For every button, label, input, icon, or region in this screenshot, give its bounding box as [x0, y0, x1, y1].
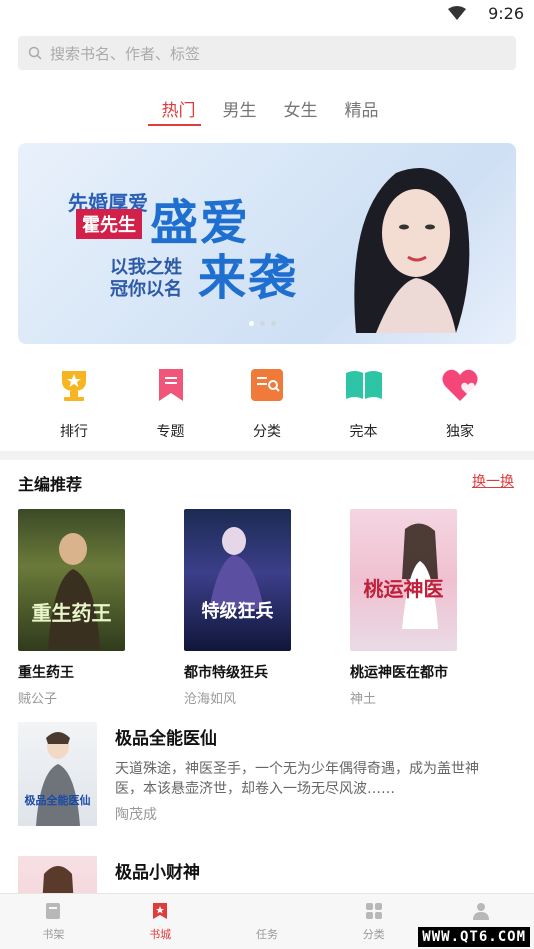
book-cover: 极品全能医仙: [18, 722, 97, 826]
book-title: 极品全能医仙: [115, 729, 217, 749]
wifi-icon: [448, 6, 466, 20]
pager-dot: [271, 321, 276, 326]
trophy-icon: [62, 371, 86, 401]
book-card[interactable]: 特级狂兵 都市特级狂兵 沧海如风: [184, 509, 350, 707]
search-bar[interactable]: 搜索书名、作者、标签: [18, 36, 516, 70]
tab-hot[interactable]: 热门: [148, 96, 209, 126]
banner-pager: [249, 321, 276, 326]
banner-title2: 来袭: [198, 250, 299, 306]
open-book-icon: [345, 371, 382, 399]
status-time: 9:26: [488, 4, 524, 23]
bookshelf-icon: [46, 903, 61, 919]
status-bar: 9:26: [0, 0, 534, 28]
banner-line2: 霍先生: [76, 209, 142, 239]
search-placeholder: 搜索书名、作者、标签: [50, 44, 201, 63]
book-title: 重生药王: [18, 665, 74, 681]
book-cover: 特级狂兵: [184, 509, 291, 651]
bookmark-icon: [158, 369, 183, 401]
banner-subtitle: 以我之姓 冠你以名: [110, 257, 182, 300]
cover-title: 重生药王: [31, 601, 112, 625]
book-cover: [18, 856, 97, 896]
category-icon: [251, 369, 283, 401]
book-card[interactable]: 重生药王 重生药王 贼公子: [18, 509, 184, 707]
book-card[interactable]: 桃运神医 桃运神医在都市 神土: [350, 509, 516, 707]
book-cover: 重生药王: [18, 509, 125, 651]
category-topics[interactable]: 专题: [123, 365, 219, 441]
book-author: 沧海如风: [184, 692, 237, 707]
banner-portrait-image: [354, 168, 470, 333]
category-ranking[interactable]: 排行: [26, 365, 122, 441]
cover-title: 桃运神医: [363, 577, 444, 601]
book-cover: 桃运神医: [350, 509, 457, 651]
book-title: 都市特级狂兵: [184, 665, 268, 681]
nav-bookstore[interactable]: 书城: [107, 894, 214, 949]
recommended-grid: 重生药王 重生药王 贼公子 特级狂兵 都市特级狂兵 沧海如风 桃运神医 桃运神医…: [18, 509, 516, 707]
task-icon: [260, 904, 273, 918]
category-completed[interactable]: 完本: [316, 365, 412, 441]
book-author: 贼公子: [18, 692, 58, 707]
cover-title: 极品全能医仙: [24, 794, 91, 807]
book-title: 桃运神医在都市: [350, 665, 448, 681]
grid-icon: [365, 903, 382, 919]
tab-female[interactable]: 女生: [270, 96, 331, 126]
nav-tasks[interactable]: 任务: [214, 894, 321, 949]
pager-dot: [260, 321, 265, 326]
book-author: 陶茂成: [115, 807, 157, 823]
nav-bookshelf[interactable]: 书架: [0, 894, 107, 949]
category-classify[interactable]: 分类: [219, 365, 315, 441]
heart-icon: [442, 369, 478, 401]
quick-categories: 排行 专题 分类 完本 独家: [26, 365, 508, 441]
site-watermark: WWW.QT6.COM: [418, 927, 530, 947]
refresh-button[interactable]: 换一换: [472, 471, 514, 491]
section-divider: [0, 451, 534, 460]
category-exclusive[interactable]: 独家: [412, 365, 508, 441]
category-tabs: 热门 男生 女生 精品: [148, 96, 392, 126]
user-icon: [472, 903, 489, 920]
book-author: 神土: [350, 692, 377, 707]
list-item[interactable]: 极品小财神: [18, 856, 516, 896]
bookstore-icon: [153, 903, 168, 919]
search-icon: [28, 46, 42, 60]
pager-dot: [249, 321, 254, 326]
list-item[interactable]: 极品全能医仙 极品全能医仙 天道殊途，神医圣手，一个无为少年偶得奇遇，成为盖世神…: [18, 722, 516, 832]
book-title: 极品小财神: [115, 863, 200, 883]
tab-premium[interactable]: 精品: [331, 96, 392, 126]
promo-banner[interactable]: 先婚厚爱 霍先生 盛爱 来袭 以我之姓 冠你以名: [18, 143, 516, 344]
cover-title: 特级狂兵: [201, 601, 274, 622]
section-title: 主编推荐: [18, 475, 83, 494]
nav-categories[interactable]: 分类: [320, 894, 427, 949]
tab-male[interactable]: 男生: [209, 96, 270, 126]
book-description: 天道殊途，神医圣手，一个无为少年偶得奇遇，成为盖世神医，本该悬壶济世，却卷入一场…: [115, 761, 479, 797]
